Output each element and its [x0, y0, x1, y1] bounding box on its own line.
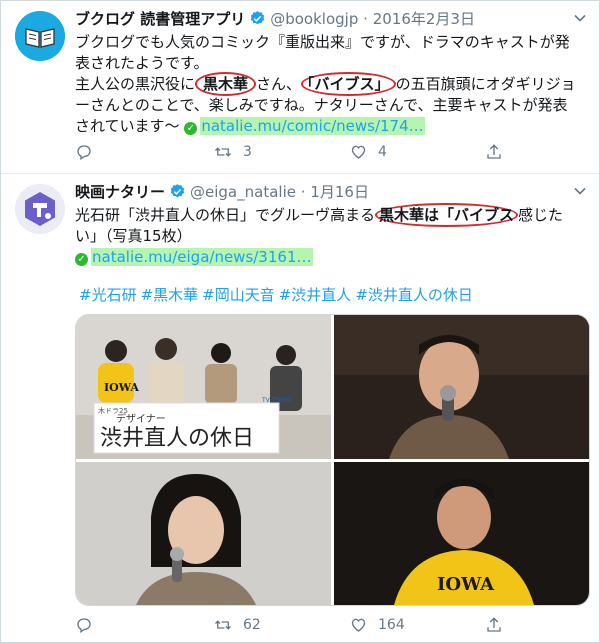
- tweet-eiga-natalie[interactable]: 映画ナタリー @eiga_natalie · 1月16日 光石研「渋井直人の休日」…: [1, 174, 599, 642]
- share-icon: [487, 617, 501, 632]
- tweet-text: 光石研「渋井直人の休日」でグルーヴ高まる 黒木華は「バイブス 感じたい」（写真15枚…: [75, 203, 580, 268]
- banner-title: 渋井直人の休日: [100, 426, 254, 451]
- banner-channel: TV TOKYO: [261, 397, 292, 404]
- share-button[interactable]: [485, 615, 503, 635]
- hashtag[interactable]: #岡山天音: [202, 286, 275, 304]
- shirt-text: IOWA: [437, 574, 495, 595]
- avatar[interactable]: [15, 11, 65, 61]
- hashtag-list: #光石研 #黒木華 #岡山天音 #渋井直人 #渋井直人の休日: [79, 284, 477, 305]
- verified-badge-icon: [169, 183, 186, 205]
- chevron-down-icon[interactable]: [573, 184, 587, 202]
- like-count: 4: [378, 144, 387, 160]
- check-icon: ✓: [184, 122, 198, 135]
- timestamp[interactable]: 1月16日: [310, 183, 369, 201]
- shirt-text: IOWA: [104, 381, 139, 394]
- tweet-text-line: ✓ natalie.mu/eiga/news/3161…: [75, 247, 580, 268]
- hashtag[interactable]: #光石研: [79, 286, 137, 304]
- share-button[interactable]: [485, 142, 503, 162]
- photo-image: [76, 462, 331, 605]
- circled-text: 黒木華: [195, 72, 257, 96]
- timestamp[interactable]: 2016年2月3日: [373, 10, 475, 28]
- book-icon: [15, 11, 65, 61]
- text-span: さん、: [256, 75, 302, 93]
- separator: ·: [300, 183, 306, 201]
- heart-icon: [351, 145, 366, 159]
- retweet-count: 62: [243, 617, 261, 633]
- circled-text: 黒木華は「バイブス: [375, 203, 519, 227]
- tweet-header: 映画ナタリー @eiga_natalie · 1月16日: [75, 182, 369, 205]
- retweet-icon: [215, 147, 231, 157]
- handle[interactable]: @booklogjp: [270, 10, 358, 28]
- film-logo-icon: [15, 184, 65, 234]
- retweet-count: 3: [243, 144, 252, 160]
- link[interactable]: natalie.mu/comic/news/174…: [200, 117, 425, 135]
- photo-actor-mic[interactable]: [334, 315, 589, 459]
- like-button[interactable]: 4: [349, 142, 387, 162]
- reply-button[interactable]: [75, 615, 103, 635]
- photo-actor-hoodie[interactable]: IOWA: [334, 462, 589, 605]
- reply-button[interactable]: [75, 142, 103, 162]
- banner-subtitle: デザイナー: [116, 412, 166, 425]
- share-icon: [487, 144, 501, 159]
- reply-icon: [77, 145, 91, 161]
- tweet-text-line: ブクログでも人気のコミック『重版出来』ですが、ドラマのキャストが発表されたようで…: [75, 33, 570, 72]
- tweet-header: ブクログ 読書管理アプリ @booklogjp · 2016年2月3日: [75, 9, 475, 32]
- like-count: 164: [378, 617, 405, 633]
- avatar[interactable]: [15, 184, 65, 234]
- chevron-down-icon[interactable]: [573, 11, 587, 29]
- photo-image: 木ドラ25 デザイナー 渋井直人の休日 TV TOKYO IOWA: [76, 315, 331, 459]
- timeline: ブクログ 読書管理アプリ @booklogjp · 2016年2月3日 ブクログで…: [0, 0, 600, 643]
- photo-image: IOWA: [334, 462, 589, 605]
- photo-grid[interactable]: 木ドラ25 デザイナー 渋井直人の休日 TV TOKYO IOWA IOWA: [75, 314, 590, 606]
- hashtag[interactable]: #渋井直人の休日: [355, 286, 473, 304]
- link[interactable]: natalie.mu/eiga/news/3161…: [91, 248, 313, 266]
- tweet-actions: 62 164: [75, 615, 515, 635]
- like-button[interactable]: 164: [349, 615, 405, 635]
- reply-icon: [77, 618, 91, 634]
- separator: ·: [363, 10, 368, 28]
- heart-icon: [351, 618, 366, 632]
- verified-badge-icon: [249, 10, 266, 32]
- handle[interactable]: @eiga_natalie: [190, 183, 296, 201]
- hashtag[interactable]: #黒木華: [141, 286, 199, 304]
- check-icon: ✓: [75, 253, 88, 266]
- tweet-text: ブクログでも人気のコミック『重版出来』ですが、ドラマのキャストが発表されたようで…: [75, 32, 580, 137]
- tweet-booklog[interactable]: ブクログ 読書管理アプリ @booklogjp · 2016年2月3日 ブクログで…: [1, 1, 599, 174]
- retweet-button[interactable]: 62: [213, 615, 261, 635]
- circled-text: 「バイブス」: [301, 72, 396, 96]
- tweet-actions: 3 4: [75, 142, 515, 162]
- display-name[interactable]: ブクログ 読書管理アプリ: [75, 10, 245, 28]
- hashtag[interactable]: #渋井直人: [279, 286, 352, 304]
- photo-cast-group[interactable]: 木ドラ25 デザイナー 渋井直人の休日 TV TOKYO IOWA: [76, 315, 331, 459]
- text-span: 光石研「渋井直人の休日」でグルーヴ高まる: [75, 206, 376, 224]
- photo-image: [334, 315, 589, 459]
- text-span: 主人公の黒沢役に: [75, 75, 196, 93]
- tweet-text-line: 主人公の黒沢役に 黒木華 さん、 「バイブス」 の五百旗頭にオダギリジョーさんとのことで…: [75, 72, 580, 137]
- tweet-text-line: 光石研「渋井直人の休日」でグルーヴ高まる 黒木華は「バイブス 感じたい」（写真15枚…: [75, 203, 580, 247]
- retweet-icon: [215, 620, 231, 630]
- photo-actress-mic[interactable]: [76, 462, 331, 605]
- retweet-button[interactable]: 3: [213, 142, 252, 162]
- display-name[interactable]: 映画ナタリー: [75, 183, 165, 201]
